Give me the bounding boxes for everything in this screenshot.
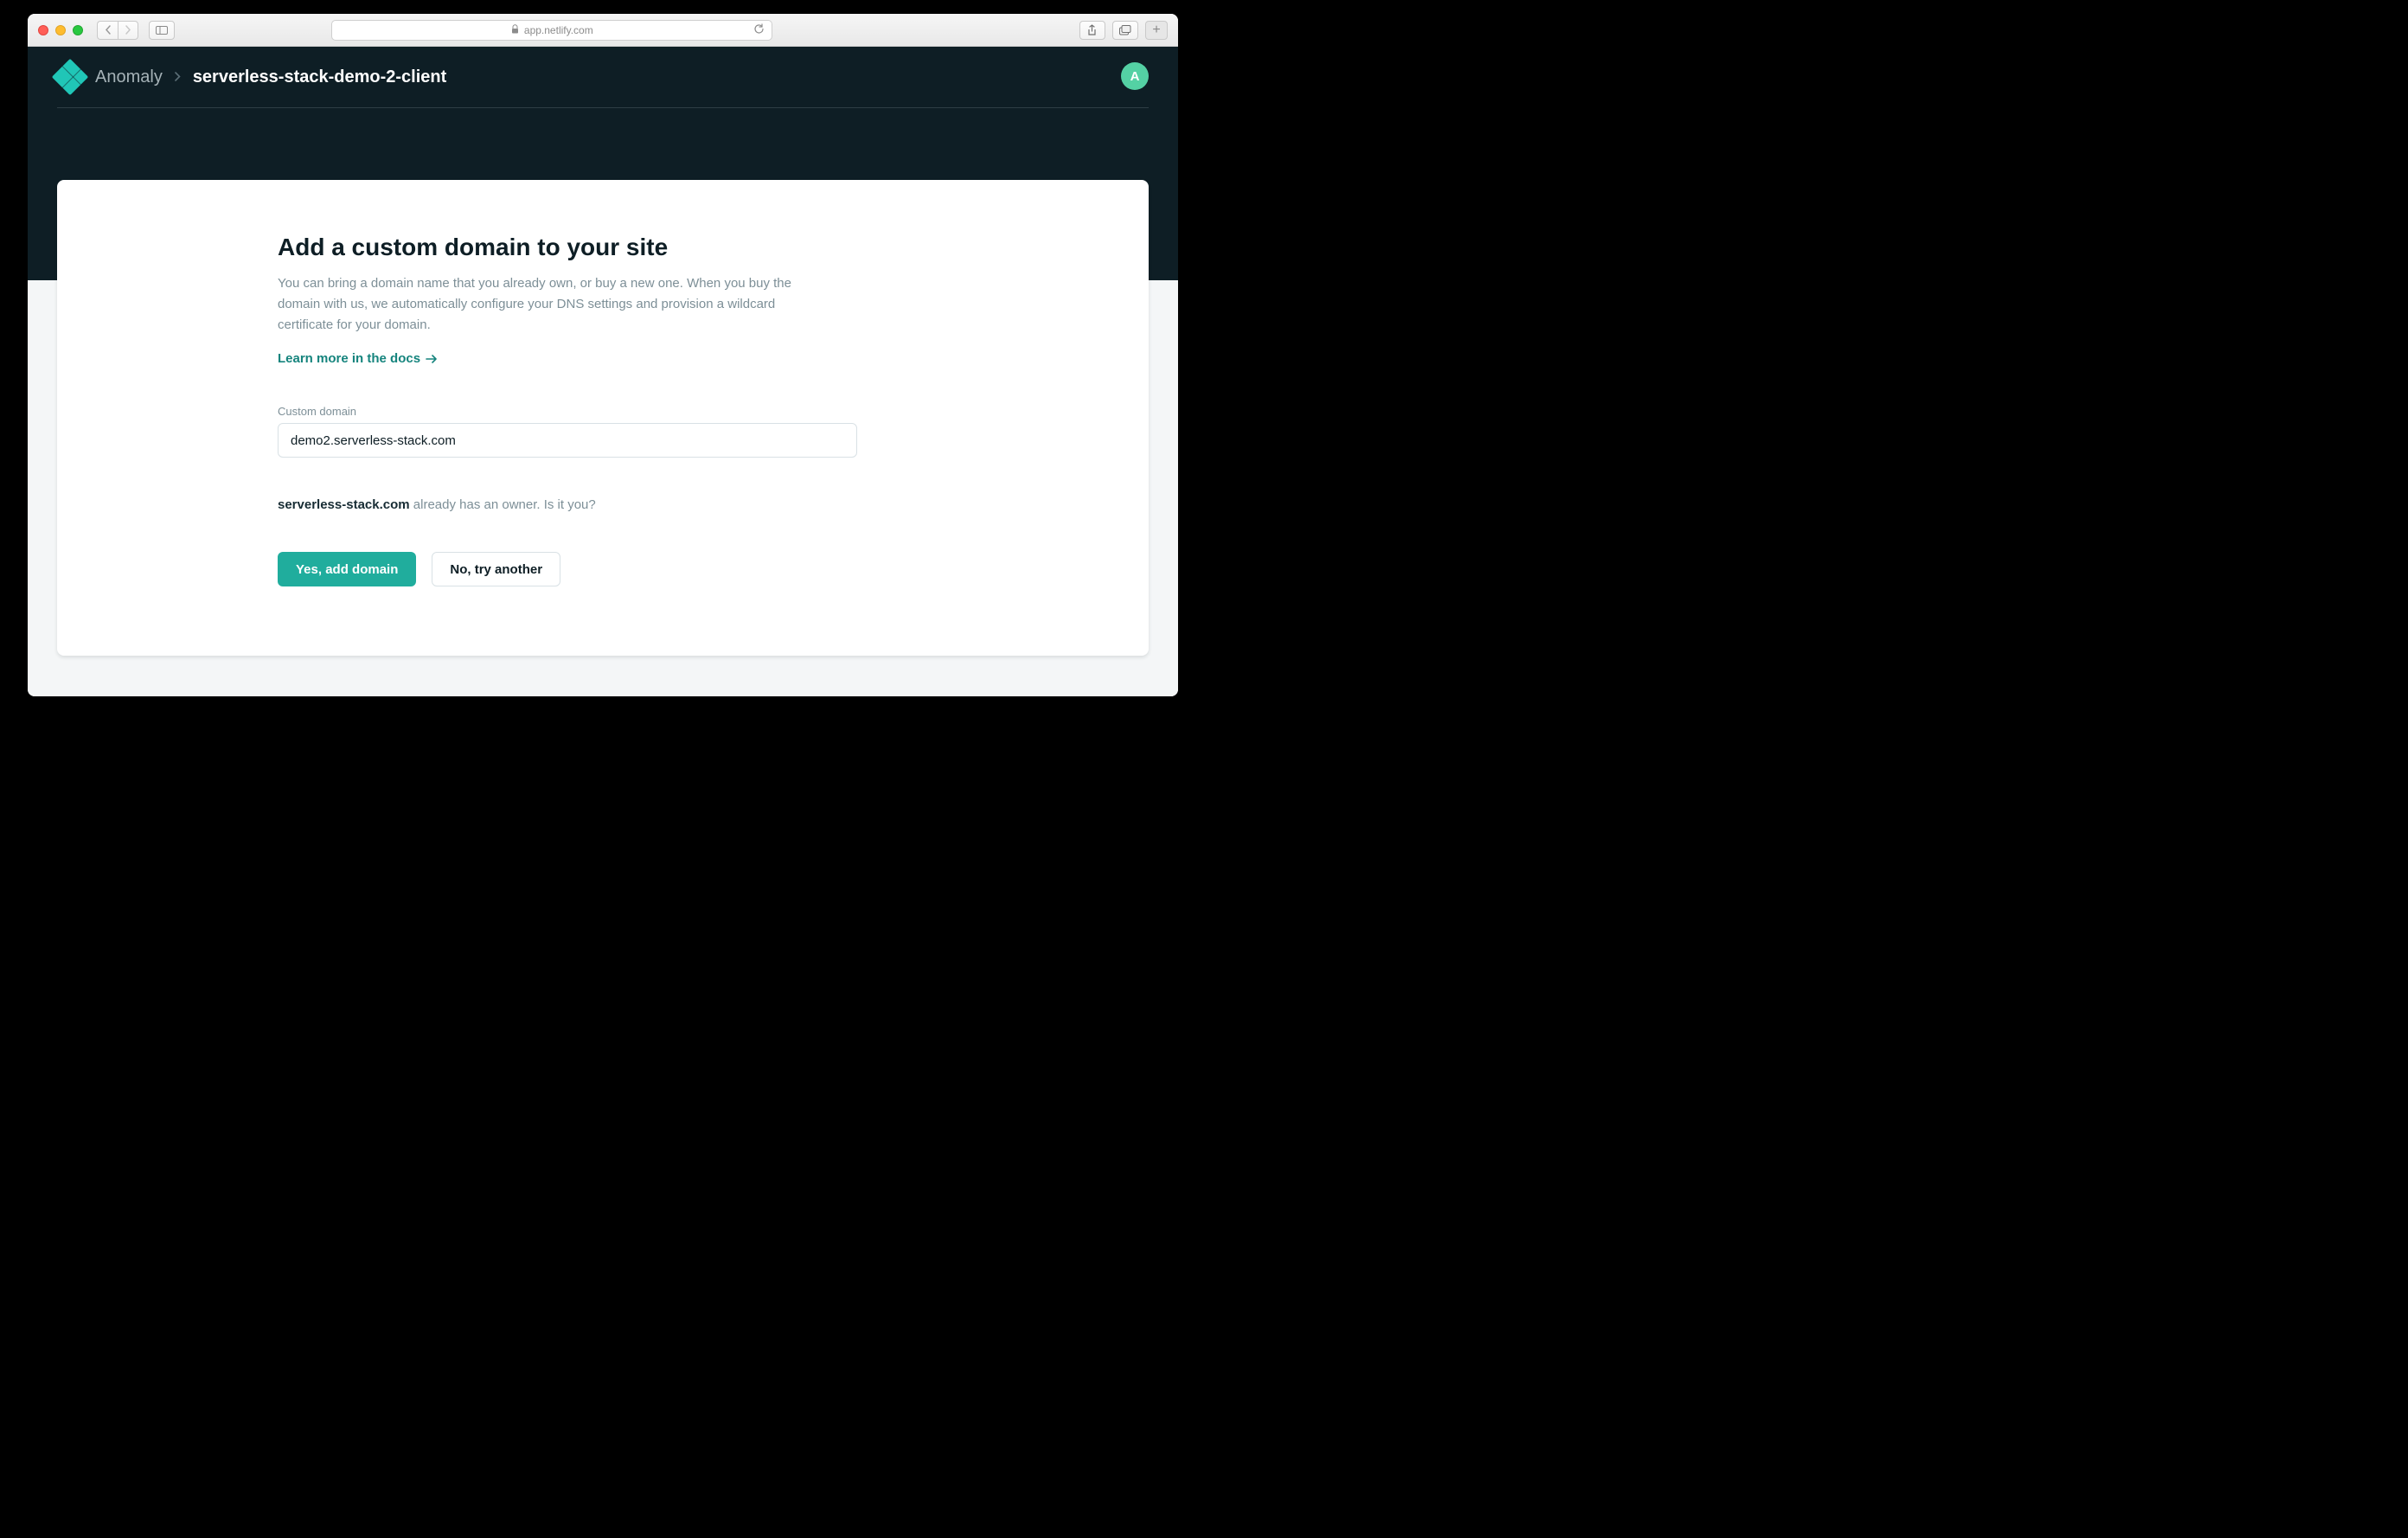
app-header: Anomaly serverless-stack-demo-2-client A xyxy=(28,47,1178,127)
sidebar-icon xyxy=(156,26,168,35)
avatar[interactable]: A xyxy=(1121,62,1149,90)
docs-link-label: Learn more in the docs xyxy=(278,351,420,366)
page-description: You can bring a domain name that you alr… xyxy=(278,273,831,336)
sidebar-toggle-button[interactable] xyxy=(149,21,175,40)
yes-add-domain-button[interactable]: Yes, add domain xyxy=(278,552,416,586)
owner-suffix: already has an owner. Is it you? xyxy=(410,497,596,512)
domain-card: Add a custom domain to your site You can… xyxy=(57,180,1149,656)
field-label-domain: Custom domain xyxy=(278,405,857,418)
fullscreen-window-button[interactable] xyxy=(73,25,83,35)
chevron-left-icon xyxy=(105,25,112,35)
avatar-initial: A xyxy=(1130,69,1140,84)
forward-button[interactable] xyxy=(118,21,138,40)
plus-icon: + xyxy=(1152,23,1160,37)
owner-message: serverless-stack.com already has an owne… xyxy=(278,497,857,512)
netlify-logo-icon[interactable] xyxy=(52,59,88,95)
docs-link[interactable]: Learn more in the docs xyxy=(278,351,438,366)
reload-icon xyxy=(753,23,765,35)
new-tab-button[interactable]: + xyxy=(1145,21,1168,40)
owner-domain: serverless-stack.com xyxy=(278,497,410,512)
minimize-window-button[interactable] xyxy=(55,25,66,35)
close-window-button[interactable] xyxy=(38,25,48,35)
url-host: app.netlify.com xyxy=(524,24,593,36)
tabs-icon xyxy=(1119,25,1131,35)
breadcrumb-team[interactable]: Anomaly xyxy=(95,67,163,87)
nav-back-forward xyxy=(97,21,138,40)
lock-icon xyxy=(511,24,519,36)
back-button[interactable] xyxy=(97,21,118,40)
page-title: Add a custom domain to your site xyxy=(278,234,857,261)
chevron-right-icon xyxy=(125,25,131,35)
share-icon xyxy=(1087,24,1097,36)
arrow-right-icon xyxy=(426,355,438,363)
tabs-button[interactable] xyxy=(1112,21,1138,40)
address-bar[interactable]: app.netlify.com xyxy=(331,20,772,41)
header-divider xyxy=(57,107,1149,108)
window-controls xyxy=(38,25,83,35)
titlebar: app.netlify.com + xyxy=(28,14,1178,47)
breadcrumb: Anomaly serverless-stack-demo-2-client xyxy=(28,47,1178,90)
chevron-right-icon xyxy=(175,70,181,84)
breadcrumb-site[interactable]: serverless-stack-demo-2-client xyxy=(193,67,446,87)
share-button[interactable] xyxy=(1079,21,1105,40)
titlebar-right: + xyxy=(1079,21,1168,40)
no-try-another-button[interactable]: No, try another xyxy=(432,552,560,586)
custom-domain-input[interactable] xyxy=(278,423,857,458)
button-row: Yes, add domain No, try another xyxy=(278,552,857,586)
reload-button[interactable] xyxy=(753,23,765,37)
browser-window: app.netlify.com + Anomaly ser xyxy=(28,14,1178,696)
